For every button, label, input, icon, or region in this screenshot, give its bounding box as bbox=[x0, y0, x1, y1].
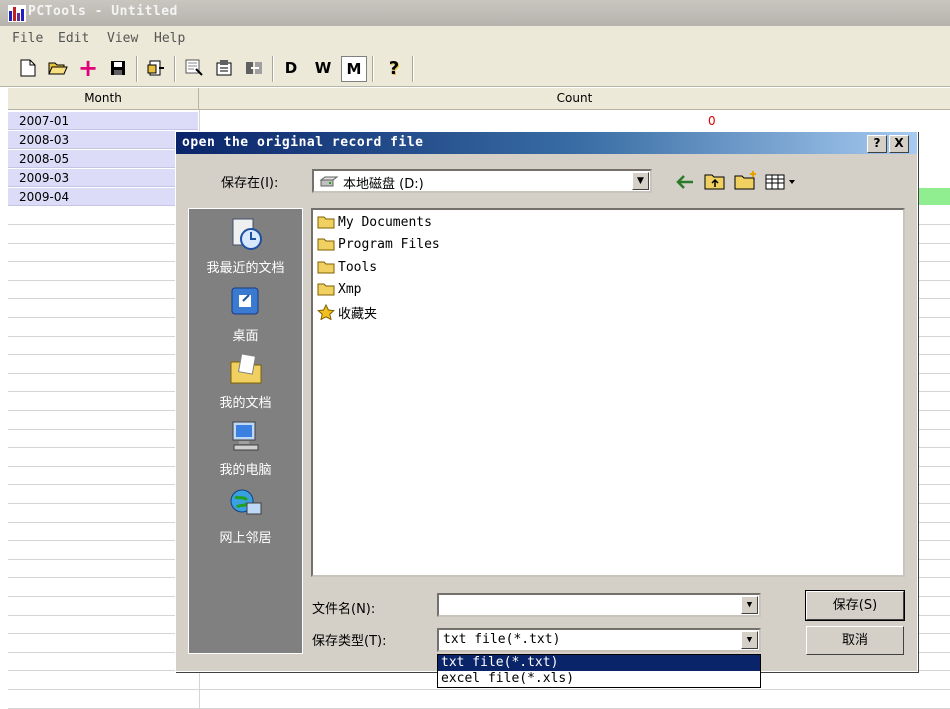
file-item-label: My Documents bbox=[338, 214, 432, 230]
my-computer-icon bbox=[232, 421, 258, 451]
filetype-option[interactable]: excel file(*.xls) bbox=[438, 671, 760, 687]
place-my-computer[interactable]: 我的电脑 bbox=[189, 419, 302, 478]
menu-file[interactable]: File bbox=[12, 31, 43, 46]
folder-icon bbox=[317, 238, 335, 251]
folder-icon bbox=[317, 216, 335, 229]
count-column-header[interactable]: Count bbox=[199, 88, 950, 110]
file-item-label: Xmp bbox=[338, 281, 362, 297]
dialog-close-button[interactable]: X bbox=[889, 135, 909, 153]
network-places-icon bbox=[230, 489, 261, 518]
menu-view[interactable]: View bbox=[107, 31, 138, 46]
new-folder-icon[interactable] bbox=[734, 170, 758, 190]
month-cell[interactable]: 2007-01 bbox=[8, 112, 198, 130]
desktop-icon bbox=[231, 287, 258, 315]
month-cell[interactable]: 2008-03 bbox=[8, 131, 198, 149]
open-file-dialog: open the original record file ? X 保存在(I)… bbox=[175, 131, 918, 672]
title-bar[interactable]: PCTools - Untitled bbox=[0, 0, 950, 26]
drive-icon bbox=[319, 176, 339, 187]
month-cell[interactable]: 2009-04 bbox=[8, 188, 198, 206]
menu-bar: File Edit View Help bbox=[0, 26, 950, 53]
dialog-title-bar[interactable]: open the original record file ? X bbox=[176, 132, 917, 154]
new-file-icon[interactable] bbox=[16, 56, 40, 80]
save-disk-icon[interactable] bbox=[106, 56, 130, 80]
place-my-documents[interactable]: 我的文档 bbox=[189, 352, 302, 411]
month-cell[interactable]: 2008-05 bbox=[8, 150, 198, 168]
month-cell[interactable]: 2009-03 bbox=[8, 169, 198, 187]
place-recent[interactable]: 我最近的文档 bbox=[189, 217, 302, 276]
up-folder-icon[interactable] bbox=[704, 172, 726, 190]
folder-icon bbox=[317, 261, 335, 274]
week-view-button[interactable]: W bbox=[311, 56, 335, 80]
file-item-label: Program Files bbox=[338, 236, 440, 252]
grid-row-line bbox=[8, 689, 950, 690]
dialog-title: open the original record file bbox=[182, 135, 424, 150]
folder-icon bbox=[317, 283, 335, 296]
toolbar: + D W M ? bbox=[0, 52, 950, 87]
chevron-down-icon[interactable]: ▼ bbox=[741, 596, 758, 614]
window-title: PCTools - Untitled bbox=[28, 4, 178, 19]
recent-documents-icon bbox=[232, 218, 262, 250]
file-item-favorites[interactable]: 收藏夹 bbox=[317, 302, 377, 322]
my-documents-icon bbox=[230, 353, 261, 384]
chevron-down-icon[interactable]: ▼ bbox=[741, 631, 758, 649]
filter-icon[interactable] bbox=[182, 56, 206, 80]
place-label: 我最近的文档 bbox=[206, 261, 285, 276]
file-list[interactable]: My Documents Program Files Tools Xmp 收藏夹 bbox=[311, 208, 905, 577]
place-label: 我的电脑 bbox=[219, 463, 272, 478]
file-item-folder[interactable]: Program Files bbox=[317, 234, 440, 254]
place-label: 我的文档 bbox=[219, 396, 272, 411]
filetype-dropdown: txt file(*.txt) excel file(*.xls) bbox=[437, 654, 761, 688]
place-network[interactable]: 网上邻居 bbox=[189, 487, 302, 546]
menu-edit[interactable]: Edit bbox=[58, 31, 89, 46]
place-desktop[interactable]: 桌面 bbox=[189, 285, 302, 344]
place-label: 桌面 bbox=[232, 329, 259, 344]
month-view-button[interactable]: M bbox=[341, 56, 367, 82]
filetype-option[interactable]: txt file(*.txt) bbox=[438, 655, 760, 671]
file-item-folder[interactable]: My Documents bbox=[317, 212, 432, 232]
day-view-button[interactable]: D bbox=[279, 56, 303, 80]
save-button[interactable]: 保存(S) bbox=[805, 590, 905, 621]
place-label: 网上邻居 bbox=[219, 531, 272, 546]
file-item-label: Tools bbox=[338, 259, 378, 275]
month-column-header[interactable]: Month bbox=[8, 88, 199, 110]
filetype-value: txt file(*.txt) bbox=[443, 632, 561, 647]
back-arrow-icon[interactable] bbox=[676, 175, 694, 189]
app-icon bbox=[8, 5, 26, 22]
save-in-label: 保存在(I): bbox=[221, 176, 279, 191]
dialog-help-button[interactable]: ? bbox=[867, 135, 887, 153]
filetype-combo[interactable]: txt file(*.txt) ▼ bbox=[437, 628, 761, 652]
star-icon bbox=[317, 304, 335, 320]
file-item-label: 收藏夹 bbox=[338, 306, 378, 322]
count-cell[interactable]: 0 bbox=[708, 114, 716, 128]
file-item-folder[interactable]: Tools bbox=[317, 257, 377, 277]
properties-icon[interactable] bbox=[212, 56, 236, 80]
save-in-combo[interactable]: 本地磁盘 (D:) ▼ bbox=[312, 169, 652, 193]
menu-help[interactable]: Help bbox=[154, 31, 185, 46]
filetype-label: 保存类型(T): bbox=[312, 634, 387, 649]
count-bar bbox=[917, 188, 950, 205]
filename-combo[interactable]: ▼ bbox=[437, 593, 761, 617]
import-icon[interactable] bbox=[144, 56, 168, 80]
export-icon[interactable] bbox=[242, 56, 266, 80]
help-icon[interactable]: ? bbox=[382, 56, 406, 80]
add-icon[interactable]: + bbox=[76, 54, 100, 82]
save-in-value: 本地磁盘 (D:) bbox=[343, 177, 424, 192]
chevron-down-icon[interactable]: ▼ bbox=[632, 172, 649, 190]
filename-label: 文件名(N): bbox=[312, 602, 376, 617]
cancel-button[interactable]: 取消 bbox=[806, 626, 904, 655]
view-menu-icon[interactable] bbox=[765, 174, 799, 190]
open-folder-icon[interactable] bbox=[46, 56, 70, 80]
places-bar: 我最近的文档 桌面 我的文档 我的电脑 网上邻居 bbox=[188, 208, 303, 654]
file-item-folder[interactable]: Xmp bbox=[317, 279, 361, 299]
